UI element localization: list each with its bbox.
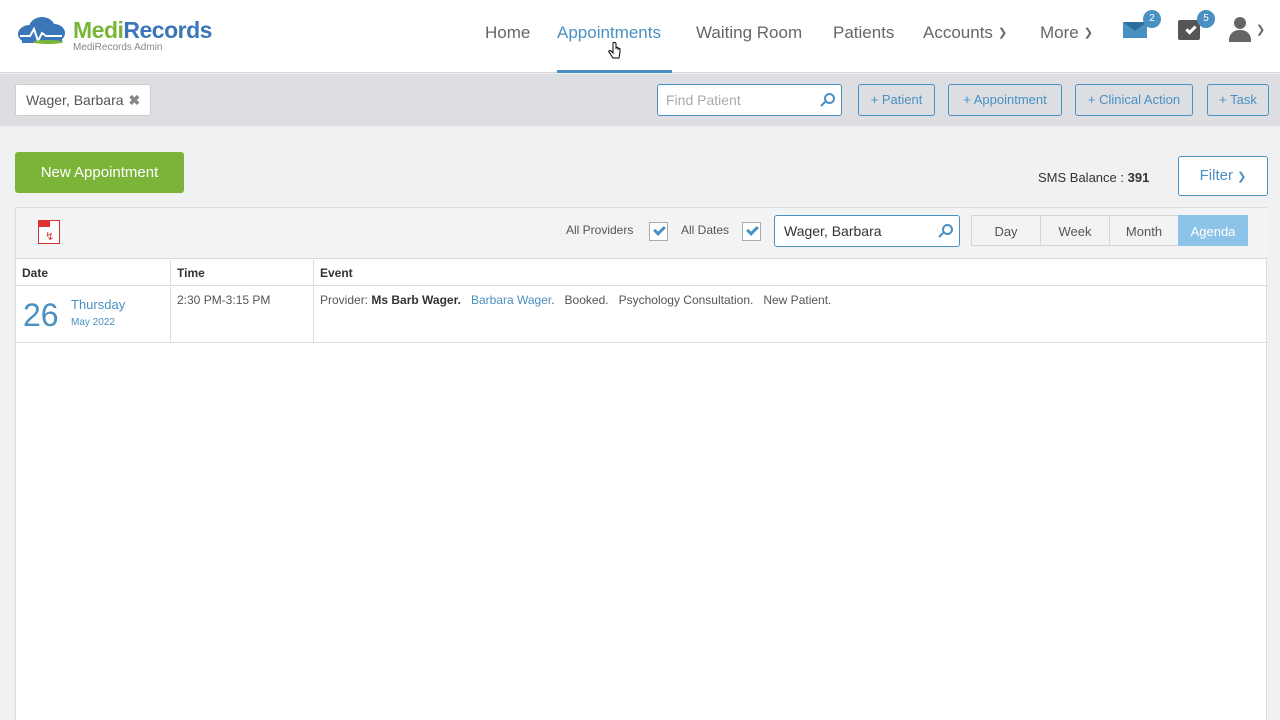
chevron-down-icon: ❯ <box>1083 27 1093 39</box>
pdf-export-icon[interactable]: ↯ <box>38 220 60 244</box>
close-icon[interactable]: ✖ <box>129 92 141 108</box>
column-header-event: Event <box>320 266 353 280</box>
time-cell: 2:30 PM-3:15 PM <box>171 287 314 343</box>
event-prefix: Provider: <box>320 293 372 307</box>
all-providers-label: All Providers <box>566 223 634 237</box>
user-icon <box>1234 17 1246 29</box>
date-cell: 26 Thursday May 2022 <box>16 287 171 343</box>
filter-button[interactable]: Filter ❯ <box>1178 156 1268 196</box>
tasks-count-badge: 5 <box>1197 10 1215 28</box>
new-appointment-button[interactable]: New Appointment <box>15 152 184 193</box>
cloud-logo-icon <box>18 17 65 44</box>
add-patient-button[interactable]: + Patient <box>858 84 935 116</box>
nav-accounts-label: Accounts <box>923 23 993 42</box>
event-provider: Ms Barb Wager. <box>371 293 461 307</box>
month-year: May 2022 <box>71 317 115 328</box>
clipboard-check-icon <box>1178 20 1200 40</box>
active-patient-name: Wager, Barbara <box>26 92 124 108</box>
view-month-button[interactable]: Month <box>1109 215 1179 246</box>
table-row[interactable]: 26 Thursday May 2022 2:30 PM-3:15 PM Pro… <box>16 287 1268 343</box>
event-note: New Patient. <box>763 293 832 307</box>
add-appointment-button[interactable]: + Appointment <box>948 84 1062 116</box>
view-switcher: Day Week Month Agenda <box>971 215 1248 246</box>
brand-subtitle: MediRecords Admin <box>73 42 163 53</box>
calendar-patient-search[interactable] <box>774 215 960 247</box>
sms-balance-label: SMS Balance : <box>1038 170 1128 185</box>
search-icon[interactable] <box>820 93 835 107</box>
event-status: Booked. <box>564 293 609 307</box>
chevron-down-icon: ❯ <box>997 27 1008 39</box>
nav-waiting-room[interactable]: Waiting Room <box>696 0 802 73</box>
find-patient-input[interactable] <box>666 85 816 115</box>
nav-accounts[interactable]: Accounts ❯ <box>923 0 1007 73</box>
appointment-time: 2:30 PM-3:15 PM <box>177 293 271 307</box>
nav-home[interactable]: Home <box>485 0 530 73</box>
sms-balance: SMS Balance : 391 <box>1038 170 1149 185</box>
column-header-time: Time <box>171 260 314 286</box>
brand-name: MediRecords <box>73 17 212 43</box>
add-task-button[interactable]: + Task <box>1207 84 1269 116</box>
column-header-date: Date <box>16 260 171 286</box>
agenda-table-header: Date Time Event <box>16 260 1268 286</box>
search-icon[interactable] <box>938 224 953 238</box>
day-number: 26 <box>23 297 59 333</box>
sms-balance-value: 391 <box>1127 170 1150 185</box>
filter-label: Filter <box>1199 167 1233 184</box>
checkmark-icon <box>746 223 759 236</box>
all-dates-checkbox[interactable] <box>742 222 761 241</box>
view-week-button[interactable]: Week <box>1040 215 1110 246</box>
nav-more-label: More <box>1040 23 1079 42</box>
user-menu-button[interactable]: ❯ <box>1228 17 1270 47</box>
calendar-toolbar: ↯ All Providers All Dates Day Week Month… <box>16 208 1268 259</box>
user-icon-body <box>1229 30 1251 42</box>
nav-more[interactable]: More ❯ <box>1040 0 1093 73</box>
event-cell[interactable]: Provider: Ms Barb Wager. Barbara Wager. Bo… <box>314 287 1268 343</box>
patient-quick-bar: Wager, Barbara✖ + Patient + Appointment … <box>0 74 1280 126</box>
find-patient-field[interactable] <box>657 84 842 116</box>
top-navbar: MediRecords MediRecords Admin Home Appoi… <box>0 0 1280 73</box>
medirecords-logo[interactable]: MediRecords MediRecords Admin <box>16 14 226 58</box>
tasks-button[interactable]: 5 <box>1175 10 1215 46</box>
weekday: Thursday <box>71 297 126 312</box>
checkmark-icon <box>653 223 666 236</box>
chevron-down-icon: ❯ <box>1256 24 1266 36</box>
all-providers-checkbox[interactable] <box>649 222 668 241</box>
add-clinical-action-button[interactable]: + Clinical Action <box>1075 84 1193 116</box>
event-text[interactable]: Provider: Ms Barb Wager. Barbara Wager. Bo… <box>320 293 831 307</box>
nav-appointments[interactable]: Appointments <box>557 0 672 73</box>
appointments-panel: ↯ All Providers All Dates Day Week Month… <box>15 207 1268 720</box>
chevron-down-icon: ❯ <box>1237 171 1247 183</box>
mail-button[interactable]: 2 <box>1121 10 1161 46</box>
calendar-search-input[interactable] <box>784 216 934 246</box>
mail-count-badge: 2 <box>1143 10 1161 28</box>
nav-patients[interactable]: Patients <box>833 0 894 73</box>
event-type: Psychology Consultation. <box>618 293 754 307</box>
mail-icon <box>1123 22 1147 38</box>
event-patient-link[interactable]: Barbara Wager <box>471 293 551 307</box>
view-agenda-button[interactable]: Agenda <box>1178 215 1248 246</box>
all-dates-label: All Dates <box>681 223 730 237</box>
hand-cursor-icon <box>608 42 621 59</box>
view-day-button[interactable]: Day <box>971 215 1041 246</box>
active-patient-tag[interactable]: Wager, Barbara ✖ <box>15 84 152 116</box>
